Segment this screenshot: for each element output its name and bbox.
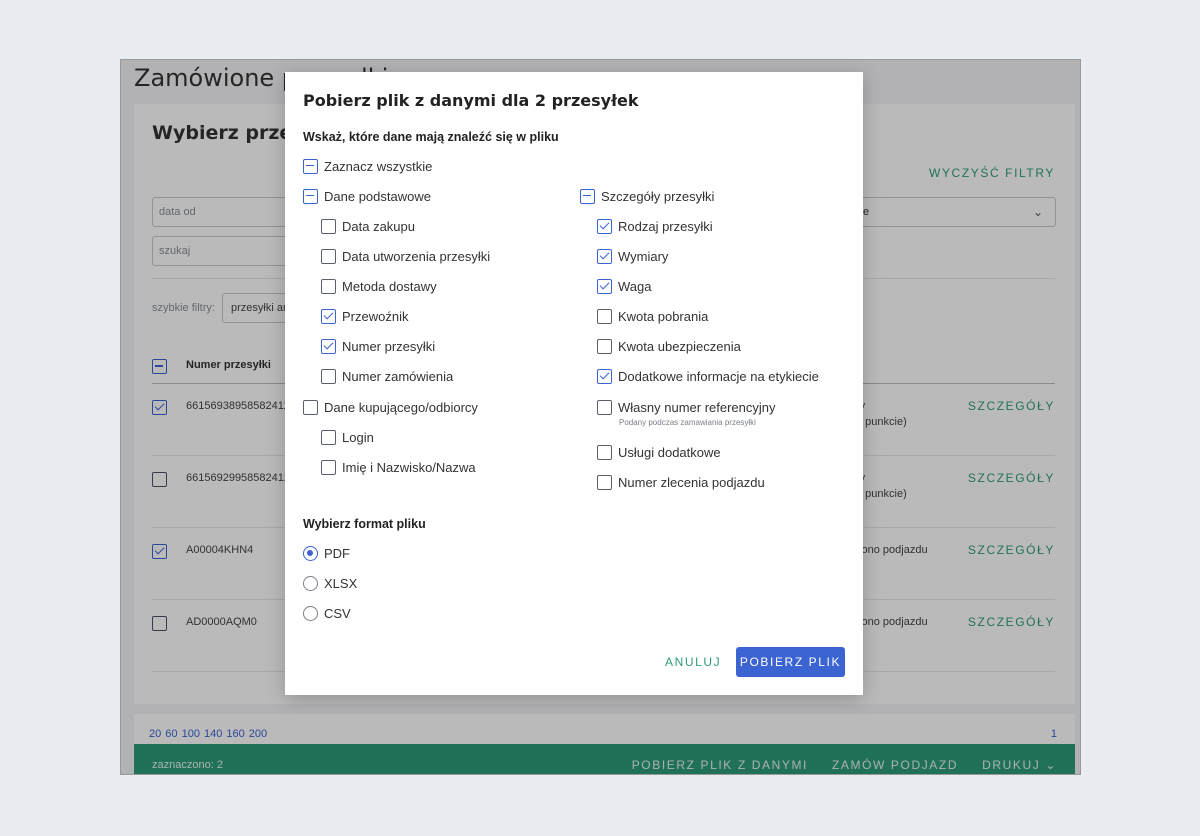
option-reference-number[interactable]: Własny numer referencyjny <box>597 399 776 415</box>
option-shipment-number[interactable]: Numer przesyłki <box>321 338 435 354</box>
checkbox-icon[interactable] <box>597 474 612 490</box>
checkbox-icon[interactable] <box>321 429 336 445</box>
option-label: Numer zlecenia podjazdu <box>618 474 765 490</box>
checkbox-icon[interactable] <box>321 278 336 294</box>
option-label: Login <box>342 429 374 445</box>
option-cod-amount[interactable]: Kwota pobrania <box>597 308 708 324</box>
option-label: Rodzaj przesyłki <box>618 218 713 234</box>
checkbox-icon[interactable] <box>321 308 336 324</box>
checkbox-icon[interactable] <box>597 308 612 324</box>
option-pickup-order-number[interactable]: Numer zlecenia podjazdu <box>597 474 765 490</box>
option-label: Własny numer referencyjny <box>618 399 776 415</box>
basic-data-group-option[interactable]: Dane podstawowe <box>303 188 431 204</box>
option-label: Kwota ubezpieczenia <box>618 338 741 354</box>
radio-icon[interactable] <box>303 575 318 591</box>
format-option-xlsx[interactable]: XLSX <box>303 575 357 591</box>
checkbox-icon[interactable] <box>597 218 612 234</box>
data-section-heading: Wskaż, które dane mają znaleźć się w pli… <box>303 130 559 144</box>
option-label: Numer przesyłki <box>342 338 436 354</box>
dialog-title: Pobierz plik z danymi dla 2 przesyłek <box>303 91 639 110</box>
option-label: Data zakupu <box>342 218 415 234</box>
cancel-button[interactable]: ANULUJ <box>665 655 721 669</box>
option-label: Imię i Nazwisko/Nazwa <box>342 459 476 475</box>
checkbox-icon[interactable] <box>580 188 595 204</box>
checkbox-icon[interactable] <box>597 399 612 415</box>
option-login[interactable]: Login <box>321 429 374 445</box>
option-delivery-method[interactable]: Metoda dostawy <box>321 278 437 294</box>
shipment-details-group-option[interactable]: Szczegóły przesyłki <box>580 188 714 204</box>
format-section-heading: Wybierz format pliku <box>303 517 426 531</box>
option-purchase-date[interactable]: Data zakupu <box>321 218 415 234</box>
checkbox-icon[interactable] <box>597 248 612 264</box>
checkbox-icon[interactable] <box>321 368 336 384</box>
checkbox-icon[interactable] <box>303 188 318 204</box>
checkbox-icon[interactable] <box>597 368 612 384</box>
option-label: Usługi dodatkowe <box>618 444 721 460</box>
checkbox-icon[interactable] <box>321 218 336 234</box>
format-label: PDF <box>324 545 350 561</box>
option-dimensions[interactable]: Wymiary <box>597 248 668 264</box>
option-label: Wymiary <box>618 248 669 264</box>
buyer-data-label: Dane kupującego/odbiorcy <box>324 399 478 415</box>
option-shipment-type[interactable]: Rodzaj przesyłki <box>597 218 713 234</box>
checkbox-icon[interactable] <box>321 459 336 475</box>
download-data-dialog: Pobierz plik z danymi dla 2 przesyłek Ws… <box>285 72 863 695</box>
option-order-number[interactable]: Numer zamówienia <box>321 368 453 384</box>
select-all-option[interactable]: Zaznacz wszystkie <box>303 158 432 174</box>
option-label: Przewoźnik <box>342 308 409 324</box>
option-creation-date[interactable]: Data utworzenia przesyłki <box>321 248 490 264</box>
option-label: Kwota pobrania <box>618 308 709 324</box>
shipment-details-label: Szczegóły przesyłki <box>601 188 715 204</box>
option-label: Data utworzenia przesyłki <box>342 248 491 264</box>
option-weight[interactable]: Waga <box>597 278 651 294</box>
checkbox-icon[interactable] <box>597 278 612 294</box>
option-label: Dodatkowe informacje na etykiecie <box>618 368 819 384</box>
format-option-csv[interactable]: CSV <box>303 605 351 621</box>
basic-data-label: Dane podstawowe <box>324 188 431 204</box>
radio-icon[interactable] <box>303 545 318 561</box>
checkbox-icon[interactable] <box>303 399 318 415</box>
format-option-pdf[interactable]: PDF <box>303 545 350 561</box>
option-carrier[interactable]: Przewoźnik <box>321 308 408 324</box>
select-all-label: Zaznacz wszystkie <box>324 158 433 174</box>
option-label: Metoda dostawy <box>342 278 437 294</box>
option-label: Numer zamówienia <box>342 368 454 384</box>
radio-icon[interactable] <box>303 605 318 621</box>
option-insurance-amount[interactable]: Kwota ubezpieczenia <box>597 338 741 354</box>
buyer-data-group-option[interactable]: Dane kupującego/odbiorcy <box>303 399 478 415</box>
option-name[interactable]: Imię i Nazwisko/Nazwa <box>321 459 476 475</box>
checkbox-icon[interactable] <box>597 338 612 354</box>
checkbox-icon[interactable] <box>321 248 336 264</box>
download-file-button[interactable]: POBIERZ PLIK <box>736 647 845 677</box>
reference-number-hint: Podany podczas zamawiania przesyłki <box>619 418 756 427</box>
option-additional-services[interactable]: Usługi dodatkowe <box>597 444 721 460</box>
format-label: XLSX <box>324 575 358 591</box>
checkbox-icon[interactable] <box>321 338 336 354</box>
checkbox-icon[interactable] <box>303 158 318 174</box>
checkbox-icon[interactable] <box>597 444 612 460</box>
option-label: Waga <box>618 278 652 294</box>
format-label: CSV <box>324 605 351 621</box>
option-label-info[interactable]: Dodatkowe informacje na etykiecie <box>597 368 819 384</box>
